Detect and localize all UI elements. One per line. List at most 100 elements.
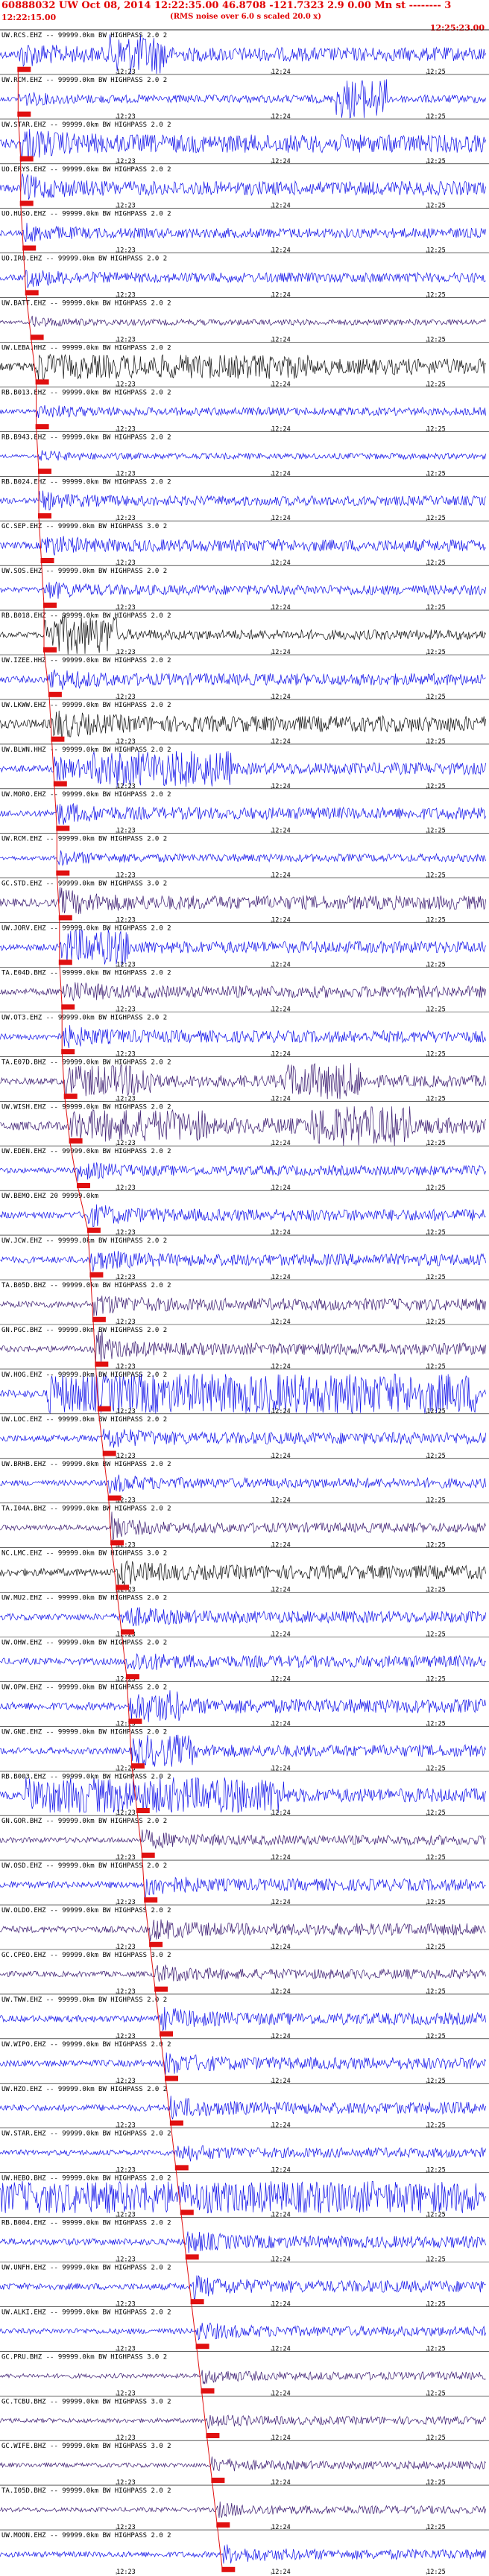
waveform-trace	[0, 803, 486, 825]
time-tick-label: 12:25	[426, 649, 446, 656]
station-label: GC.TCBU.BHZ -- 99999.0km BW HIGHPASS 3.0…	[1, 2398, 171, 2405]
waveform-trace	[0, 1964, 486, 1982]
arrival-pick-marker	[77, 1183, 90, 1188]
arrival-pick-marker	[17, 111, 31, 117]
waveform-trace	[0, 1295, 486, 1316]
time-tick-label: 12:23	[116, 1899, 136, 1906]
time-tick-label: 12:23	[116, 2345, 136, 2353]
waveform-trace	[0, 536, 486, 556]
waveform-trace	[0, 2275, 486, 2300]
time-tick-label: 12:25	[426, 1587, 446, 1594]
arrival-pick-marker	[19, 156, 34, 162]
waveform-trace	[0, 490, 486, 511]
time-tick-label: 12:24	[271, 1497, 291, 1505]
time-tick-label: 12:23	[116, 1944, 136, 1951]
station-label: TA.I05D.BHZ -- 99999.0km BW HIGHPASS 2.0…	[1, 2487, 171, 2495]
station-label: UO.IRO.EHZ -- 99999.0km BW HIGHPASS 2.0 …	[1, 256, 167, 263]
station-label: RB.B004.EHZ -- 99999.0km BW HIGHPASS 2.0…	[1, 2220, 171, 2227]
waveform-trace	[0, 2052, 486, 2075]
time-tick-label: 12:25	[426, 1497, 446, 1505]
station-label: UW.OHW.EHZ -- 99999.0km BW HIGHPASS 2.0 …	[1, 1640, 167, 1647]
time-tick-label: 12:24	[271, 2212, 291, 2219]
time-tick-label: 12:25	[426, 1006, 446, 1014]
station-label: UW.IZEE.HHZ -- 99999.0km BW HIGHPASS 2.0…	[1, 657, 171, 664]
arrival-pick-marker	[69, 1138, 83, 1144]
arrival-pick-marker	[38, 513, 51, 518]
station-label: UW.BLWN.HHZ -- 99999.0km BW HIGHPASS 2.0…	[1, 746, 171, 754]
waveform-trace	[0, 1690, 486, 1722]
waveform-trace	[0, 2145, 486, 2162]
time-tick-label: 12:24	[271, 1274, 291, 1281]
time-tick-label: 12:23	[116, 738, 136, 746]
time-tick-label: 12:24	[271, 2300, 291, 2308]
time-tick-label: 12:24	[271, 1453, 291, 1460]
time-tick-label: 12:24	[271, 1765, 291, 1772]
time-tick-label: 12:24	[271, 649, 291, 656]
station-label: UW.OPW.EHZ -- 99999.0km BW HIGHPASS 2.0 …	[1, 1684, 167, 1691]
time-tick-label: 12:23	[116, 649, 136, 656]
time-tick-label: 12:23	[116, 1988, 136, 1996]
time-tick-label: 12:25	[426, 1453, 446, 1460]
station-label: UW.JCW.EHZ -- 99999.0km BW HIGHPASS 2.0 …	[1, 1237, 167, 1245]
arrival-pick-marker	[43, 647, 57, 653]
time-tick-label: 12:24	[271, 962, 291, 969]
arrival-pick-marker	[144, 1897, 158, 1903]
station-label: GC.WIFE.BHZ -- 99999.0km BW HIGHPASS 3.0…	[1, 2443, 171, 2450]
station-label: UW.RCM.EHZ -- 99999.0km BW HIGHPASS 2.0 …	[1, 77, 167, 84]
time-tick-label: 12:23	[116, 2390, 136, 2397]
arrival-pick-marker	[195, 2344, 209, 2350]
station-label: UW.RCS.EHZ -- 99999.0km BW HIGHPASS 2.0 …	[1, 32, 167, 39]
time-tick-label: 12:24	[271, 604, 291, 612]
time-tick-label: 12:24	[271, 1944, 291, 1951]
time-tick-label: 12:24	[271, 1675, 291, 1683]
time-tick-label: 12:23	[116, 1095, 136, 1103]
time-tick-label: 12:23	[116, 2569, 136, 2576]
arrival-pick-marker	[56, 870, 70, 876]
waveform-trace	[0, 173, 486, 200]
station-label: UW.BEMO.EHZ 20 99999.0km	[1, 1193, 98, 1200]
station-label: RB.B018.EHZ -- 99999.0km BW HIGHPASS 2.0…	[1, 612, 171, 620]
time-tick-label: 12:25	[426, 515, 446, 522]
time-tick-label: 12:24	[271, 828, 291, 835]
time-tick-label: 12:25	[426, 69, 446, 76]
station-label: UW.ALKI.EHZ -- 99999.0km BW HIGHPASS 2.0…	[1, 2309, 171, 2316]
waveform-trace	[0, 1025, 486, 1049]
station-label: TA.E07D.BHZ -- 99999.0km BW HIGHPASS 2.0…	[1, 1059, 171, 1066]
time-tick-label: 12:24	[271, 1229, 291, 1237]
time-tick-label: 12:23	[116, 1229, 136, 1237]
station-label: UW.JORV.EHZ -- 99999.0km BW HIGHPASS 2.0…	[1, 925, 171, 933]
time-tick-label: 12:24	[271, 2078, 291, 2085]
time-tick-label: 12:23	[116, 2167, 136, 2174]
time-tick-label: 12:25	[426, 2345, 446, 2353]
time-tick-label: 12:25	[426, 1140, 446, 1147]
time-tick-label: 12:24	[271, 1050, 291, 1058]
waveform-trace	[0, 1251, 486, 1272]
time-tick-label: 12:25	[426, 292, 446, 299]
waveform-trace	[0, 615, 486, 655]
time-tick-label: 12:23	[116, 2524, 136, 2531]
arrival-pick-marker	[160, 2031, 173, 2037]
station-label: UW.LKWW.EHZ -- 99999.0km BW HIGHPASS 2.0…	[1, 702, 171, 709]
time-tick-label: 12:23	[116, 247, 136, 255]
time-tick-label: 12:24	[271, 2479, 291, 2487]
time-tick-label: 12:23	[116, 1006, 136, 1014]
waveform-trace	[0, 1062, 486, 1100]
waveform-trace	[0, 581, 486, 599]
arrival-pick-marker	[185, 2254, 199, 2260]
arrival-pick-marker	[58, 959, 72, 965]
time-tick-label: 12:24	[271, 1809, 291, 1817]
time-tick-label: 12:23	[116, 559, 136, 567]
station-label: TA.I04A.BHZ -- 99999.0km BW HIGHPASS 2.0…	[1, 1506, 171, 1513]
waveform-trace	[0, 1162, 486, 1181]
time-tick-label: 12:25	[426, 247, 446, 255]
station-label: UW.OT3.EHZ -- 99999.0km BW HIGHPASS 2.0 …	[1, 1015, 167, 1022]
time-tick-label: 12:23	[116, 1809, 136, 1817]
time-tick-label: 12:23	[116, 1363, 136, 1371]
station-label: UW.WIPO.EHZ -- 99999.0km BW HIGHPASS 2.0…	[1, 2041, 171, 2049]
waveform-trace	[0, 2322, 486, 2341]
time-tick-label: 12:24	[271, 2167, 291, 2174]
time-tick-label: 12:25	[426, 559, 446, 567]
time-tick-label: 12:25	[426, 113, 446, 121]
time-tick-label: 12:25	[426, 2033, 446, 2040]
time-tick-label: 12:24	[271, 337, 291, 344]
